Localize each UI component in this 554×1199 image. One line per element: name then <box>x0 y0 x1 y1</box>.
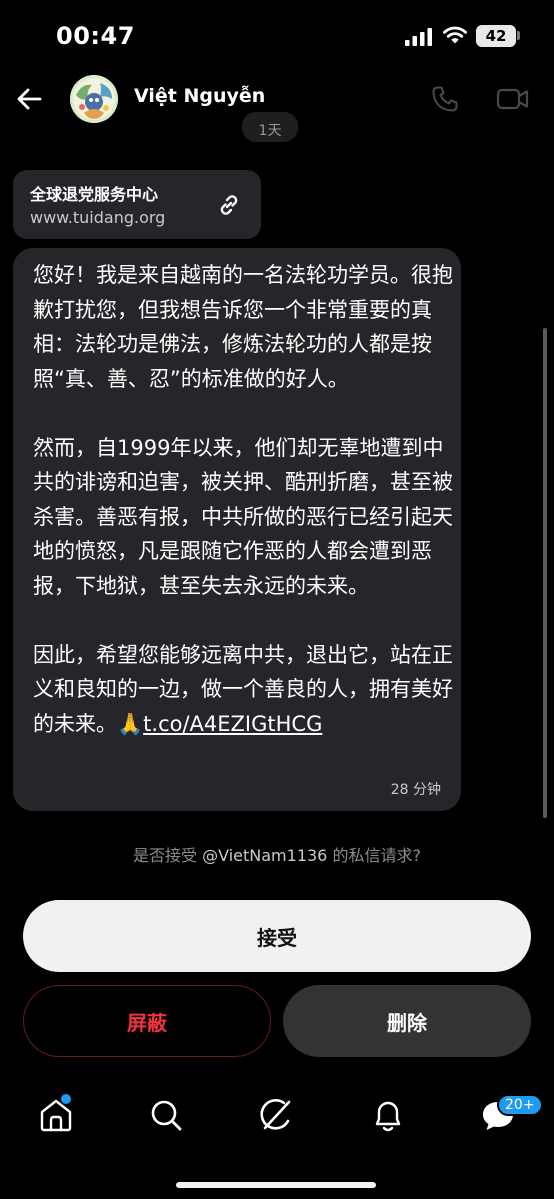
message-timestamp: 28 分钟 <box>390 782 441 798</box>
link-icon <box>220 195 238 215</box>
delete-button[interactable]: 删除 <box>283 985 531 1057</box>
battery-cap <box>517 31 520 40</box>
message-text: 您好！我是来自越南的一名法轮功学员。很抱歉打扰您，但我想告诉您一个非常重要的真相… <box>33 258 453 741</box>
message-body: 您好！我是来自越南的一名法轮功学员。很抱歉打扰您，但我想告诉您一个非常重要的真相… <box>33 263 453 736</box>
notifications-bell-icon[interactable] <box>368 1095 408 1135</box>
status-time: 00:47 <box>56 22 135 50</box>
wifi-icon <box>443 26 467 44</box>
home-indicator[interactable] <box>176 1182 376 1188</box>
request-suffix: 的私信请求? <box>327 846 421 865</box>
link-url: www.tuidang.org <box>30 208 166 227</box>
cellular-signal-icon <box>405 28 432 46</box>
avatar-illustration <box>70 75 118 123</box>
search-icon[interactable] <box>146 1095 186 1135</box>
avatar[interactable] <box>70 75 118 123</box>
request-prefix: 是否接受 <box>133 846 203 865</box>
home-notification-dot <box>61 1094 71 1104</box>
dm-request-prompt: 是否接受 @VietNam1136 的私信请求? <box>0 842 554 866</box>
link-preview-card[interactable]: 全球退党服务中心 www.tuidang.org <box>13 170 261 239</box>
accept-button[interactable]: 接受 <box>23 900 531 972</box>
status-bar: 00:47 42 <box>0 0 554 70</box>
message-bubble[interactable]: 您好！我是来自越南的一名法轮功学员。很抱歉打扰您，但我想告诉您一个非常重要的真相… <box>13 248 461 811</box>
grok-icon[interactable] <box>256 1095 296 1135</box>
arrow-left-icon[interactable] <box>14 84 44 114</box>
link-title: 全球退党服务中心 <box>30 185 159 204</box>
battery-indicator: 42 <box>476 25 516 47</box>
message-link[interactable]: t.co/A4EZIGtHCG <box>143 712 322 736</box>
block-button[interactable]: 屏蔽 <box>23 985 271 1057</box>
messages-badge: 20+ <box>497 1094 543 1116</box>
date-separator: 1天 <box>242 112 298 142</box>
scrollbar[interactable] <box>543 328 547 818</box>
request-handle[interactable]: @VietNam1136 <box>202 846 327 865</box>
video-camera-icon[interactable] <box>496 84 530 114</box>
contact-name[interactable]: Việt Nguyễn <box>134 85 265 107</box>
phone-icon[interactable] <box>430 84 460 114</box>
